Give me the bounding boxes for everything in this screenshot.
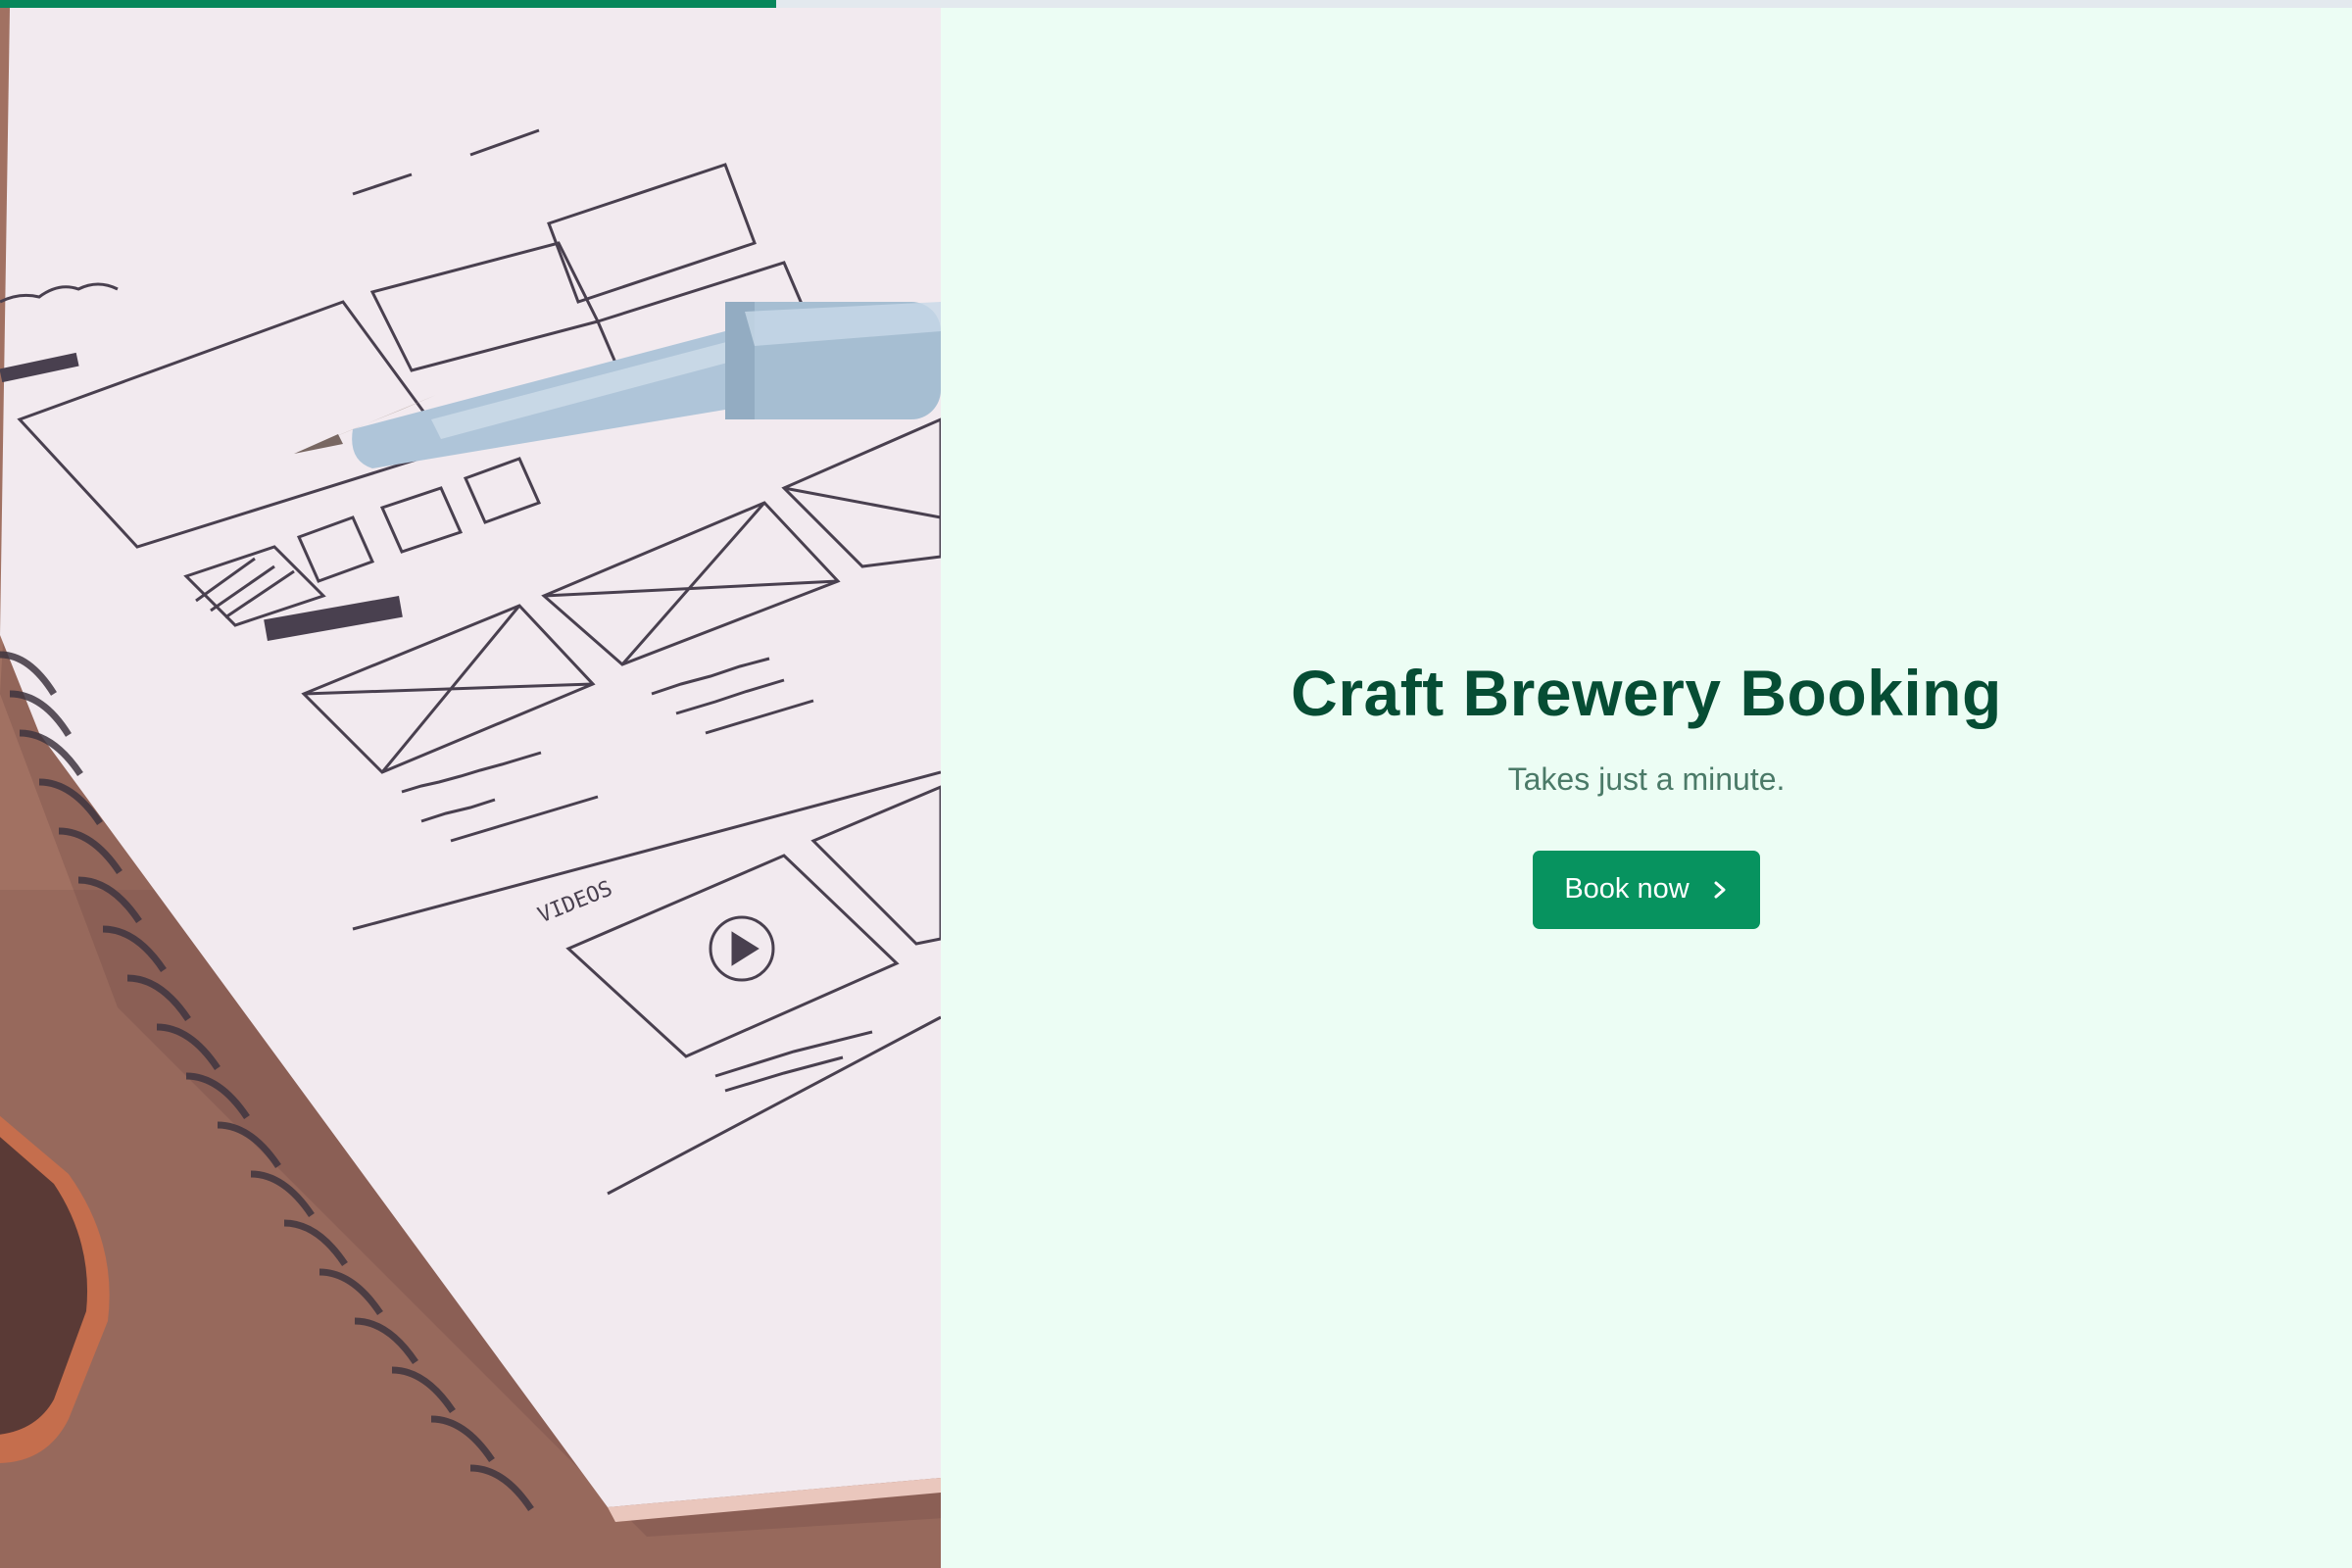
progress-bar-fill [0,0,776,8]
page-subtitle: Takes just a minute. [1507,760,1786,797]
main-content: Craft Brewery Booking Takes just a minut… [941,8,2352,1568]
chevron-right-icon [1711,878,1729,902]
book-now-button[interactable]: Book now [1533,850,1760,929]
hero-image: VIDEOS [0,8,941,1568]
progress-bar [0,0,2352,8]
page-title: Craft Brewery Booking [1291,656,2002,729]
book-now-button-label: Book now [1564,873,1690,905]
notebook-graphic: VIDEOS [0,8,941,1568]
page: VIDEOS Craft Brewery Booking Takes just … [0,0,2352,1568]
